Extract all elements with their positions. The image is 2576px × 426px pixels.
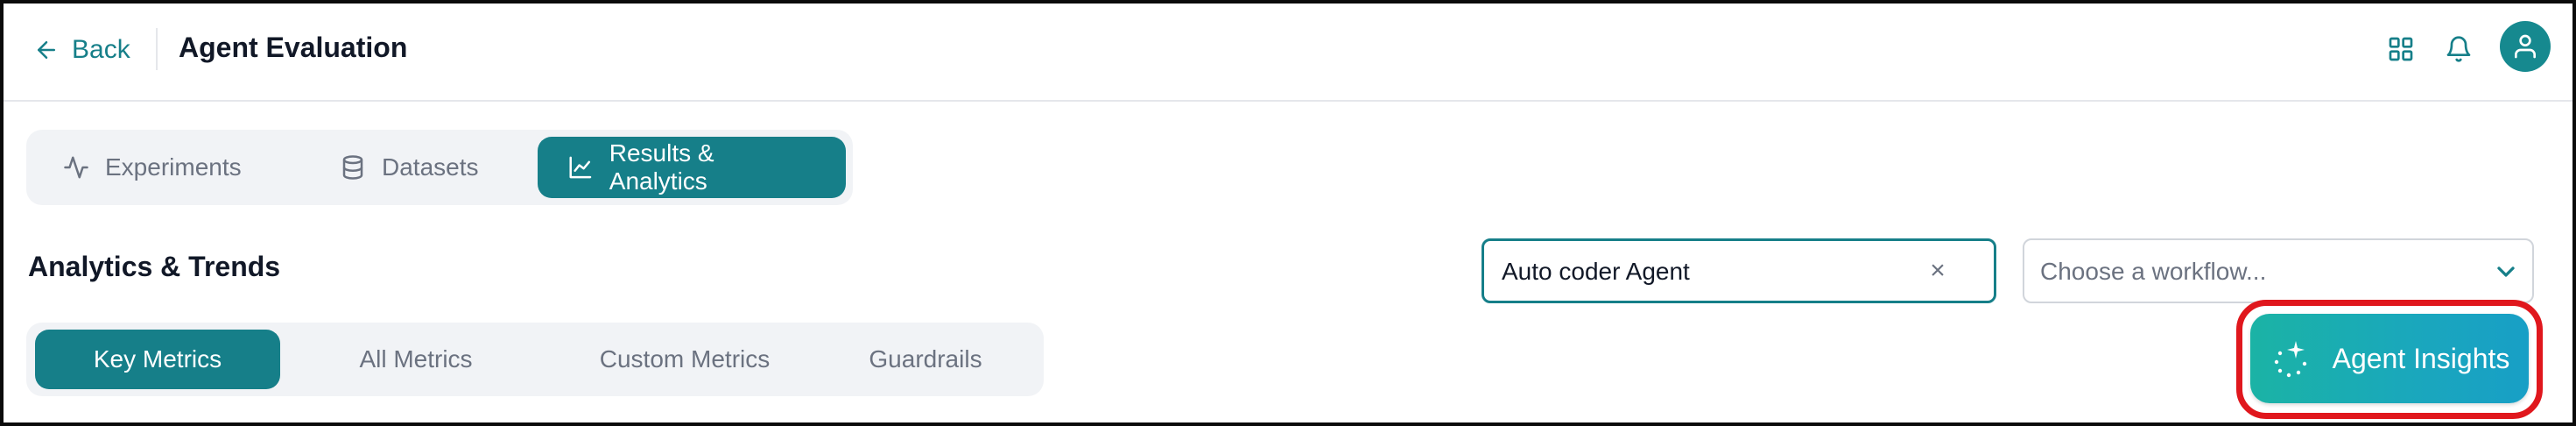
user-avatar-button[interactable] — [2500, 21, 2551, 72]
chevron-down-icon — [2497, 266, 2515, 277]
database-icon — [342, 155, 363, 180]
back-label: Back — [72, 35, 130, 64]
tab-key-metrics[interactable]: Key Metrics — [35, 330, 280, 389]
tab-label: Experiments — [105, 153, 242, 181]
activity-icon — [64, 156, 88, 179]
metric-tabs: Key Metrics All Metrics Custom Metrics G… — [26, 323, 1044, 396]
grid-icon — [2389, 37, 2413, 61]
main-tabs: Experiments Datasets Results & Analytics — [26, 130, 853, 205]
tab-guardrails[interactable]: Guardrails — [816, 330, 1035, 389]
agent-insights-label: Agent Insights — [2332, 342, 2510, 374]
apps-grid-button[interactable] — [2383, 32, 2418, 67]
workflow-select-placeholder: Choose a workflow... — [2040, 258, 2267, 285]
user-icon — [2515, 34, 2536, 59]
arrow-left-icon — [38, 41, 55, 59]
top-header: Back Agent Evaluation — [4, 4, 2572, 102]
agent-search-field[interactable]: × — [1482, 238, 1996, 303]
notifications-button[interactable] — [2441, 32, 2476, 67]
bell-icon — [2446, 36, 2471, 62]
page-title: Agent Evaluation — [179, 32, 408, 63]
sparkles-icon — [2274, 341, 2306, 378]
workflow-select[interactable]: Choose a workflow... — [2023, 238, 2534, 303]
tab-label: Datasets — [382, 153, 479, 181]
tab-experiments[interactable]: Experiments — [63, 137, 242, 198]
section-title: Analytics & Trends — [28, 251, 281, 282]
back-button[interactable]: Back — [33, 30, 130, 70]
tab-results-analytics[interactable]: Results & Analytics — [538, 137, 846, 198]
agent-insights-button[interactable]: Agent Insights — [2250, 314, 2529, 403]
line-chart-icon — [569, 156, 592, 179]
header-divider — [156, 28, 158, 70]
clear-icon[interactable]: × — [1920, 253, 1955, 288]
tab-all-metrics[interactable]: All Metrics — [305, 330, 527, 389]
tab-datasets[interactable]: Datasets — [340, 137, 479, 198]
tab-label: Results & Analytics — [609, 139, 714, 195]
tab-custom-metrics[interactable]: Custom Metrics — [552, 330, 818, 389]
agent-search-input[interactable] — [1502, 253, 1904, 290]
